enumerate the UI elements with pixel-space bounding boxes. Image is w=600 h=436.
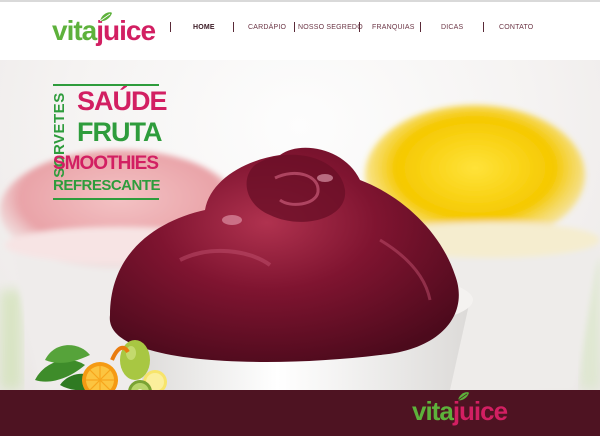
footer-brand-logo[interactable]: vitajuice xyxy=(412,392,508,428)
nav-item-home[interactable]: HOME xyxy=(193,24,215,31)
nav-item-cardapio[interactable]: CARDÁPIO xyxy=(248,24,286,31)
leaf-icon xyxy=(99,12,112,22)
brand-logo[interactable]: vitajuice xyxy=(52,12,156,48)
nav-separator xyxy=(233,22,234,32)
tagline-saude: SAÚDE xyxy=(77,86,168,116)
nav-item-nosso-segredo[interactable]: NOSSO SEGREDO xyxy=(298,24,363,31)
footer-logo-vita-text: vita xyxy=(412,396,454,426)
nav-separator xyxy=(294,22,295,32)
site-footer: vitajuice xyxy=(0,390,600,436)
tagline-smoothies: SMOOTHIES xyxy=(53,153,159,174)
nav-item-dicas[interactable]: DICAS xyxy=(441,24,463,31)
hero-banner: SORVETES SAÚDE FRUTA SMOOTHIES REFRESCAN… xyxy=(0,60,600,390)
nav-separator xyxy=(170,22,171,32)
tagline-fruta: FRUTA xyxy=(77,117,162,147)
tagline-bottom-rule xyxy=(53,198,159,200)
nav-item-franquias[interactable]: FRANQUIAS xyxy=(372,24,415,31)
nav-item-contato[interactable]: CONTATO xyxy=(499,24,533,31)
leaf-icon xyxy=(457,392,469,401)
site-header: vitajuice HOME CARDÁPIO NOSSO SEGREDO FR… xyxy=(0,2,600,60)
nav-separator xyxy=(483,22,484,32)
nav-separator xyxy=(359,22,360,32)
nav-separator xyxy=(420,22,421,32)
tagline-block: SORVETES SAÚDE FRUTA SMOOTHIES REFRESCAN… xyxy=(51,84,168,200)
tagline-refrescante: REFRESCANTE xyxy=(53,177,161,194)
logo-vita-text: vita xyxy=(52,15,97,46)
